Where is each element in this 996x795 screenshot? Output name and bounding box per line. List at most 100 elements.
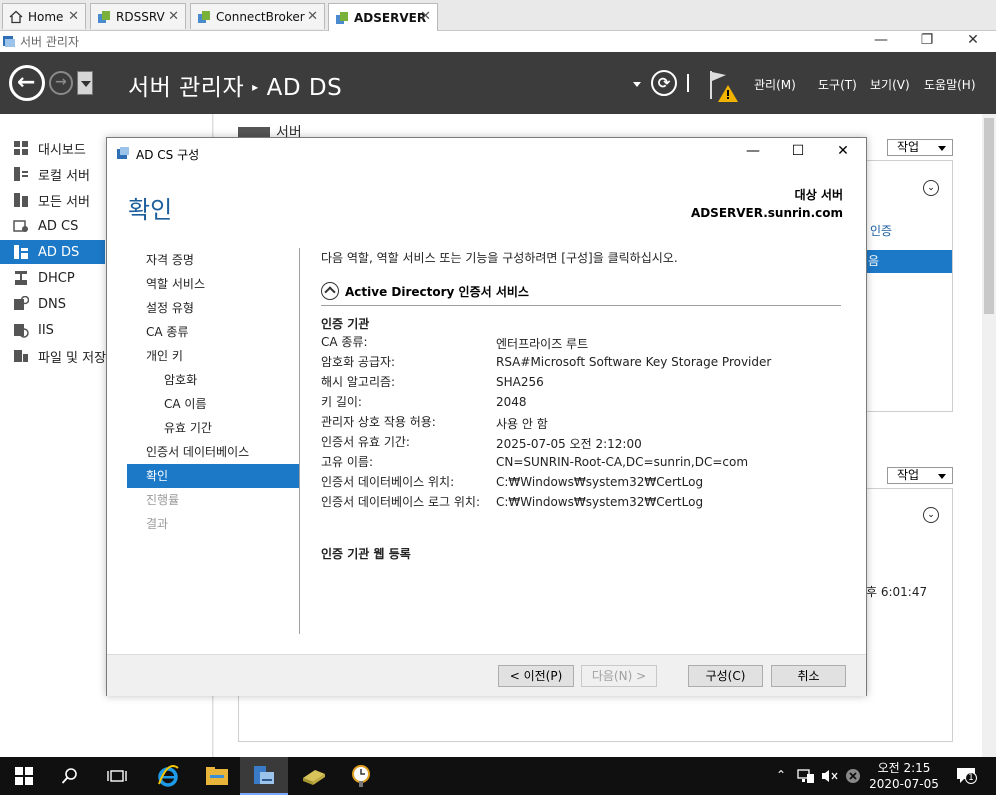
tab-rdssrv[interactable]: RDSSRV ✕ — [90, 3, 186, 29]
next-button[interactable]: 다음(N) > — [581, 665, 657, 687]
file-explorer-button[interactable] — [193, 757, 241, 795]
sidebar-item-label: 대시보드 — [38, 142, 86, 158]
dialog-minimize-button[interactable]: — — [743, 143, 763, 159]
tab-strip: Home ✕ RDSSRV ✕ ConnectBroker ✕ ADSERVER… — [0, 0, 996, 31]
show-hidden-icons-button[interactable]: ⌃ — [776, 768, 786, 782]
dialog-title-bar: AD CS 구성 — ☐ ✕ — [107, 138, 866, 168]
forward-button[interactable]: → — [49, 71, 73, 95]
sidebar-item-label: 모든 서버 — [38, 194, 90, 210]
sidebar-item-label: DNS — [38, 296, 66, 312]
step-certificate-database[interactable]: 인증서 데이터베이스 — [127, 440, 299, 464]
server-manager-icon — [3, 36, 15, 47]
start-button[interactable] — [0, 757, 48, 795]
tab-close-icon[interactable]: ✕ — [168, 9, 179, 24]
refresh-button[interactable]: ⟳ — [651, 70, 677, 96]
close-button[interactable]: ✕ — [950, 31, 996, 52]
vertical-scrollbar[interactable] — [982, 114, 996, 757]
restore-button[interactable]: ❐ — [904, 31, 950, 52]
previous-button[interactable]: < 이전(P) — [498, 665, 574, 687]
step-cryptography[interactable]: 암호화 — [127, 368, 299, 392]
expand-icon[interactable]: ⌄ — [923, 507, 939, 523]
ca-subheading: 인증 기관 — [321, 317, 370, 331]
step-role-services[interactable]: 역할 서비스 — [127, 272, 299, 296]
chevron-down-icon[interactable] — [633, 82, 641, 87]
steps-divider — [299, 248, 300, 634]
step-credentials[interactable]: 자격 증명 — [127, 248, 299, 272]
tab-close-icon[interactable]: ✕ — [307, 9, 318, 24]
internet-explorer-button[interactable] — [144, 757, 192, 795]
sidebar-item-ad-ds[interactable]: AD DS — [0, 240, 105, 264]
local-server-icon — [14, 167, 28, 181]
minimize-button[interactable]: — — [858, 31, 904, 52]
step-confirmation[interactable]: 확인 — [127, 464, 299, 488]
configure-button[interactable]: 구성(C) — [688, 665, 763, 687]
menu-help[interactable]: 도움말(H) — [924, 76, 976, 93]
property-key: 암호화 공급자: — [321, 355, 396, 369]
clock-time: 오전 2:15 — [877, 761, 931, 775]
page-title: 확인 — [128, 196, 173, 224]
step-ca-type[interactable]: CA 종류 — [127, 320, 299, 344]
system-clock[interactable]: 오전 2:15 2020-07-05 — [866, 760, 942, 792]
step-private-key[interactable]: 개인 키 — [127, 344, 299, 368]
server-manager-header: ← → 서버 관리자 ▸ AD DS ⟳ 관리(M) 도구(T) 보기(V) 도움말… — [0, 52, 996, 114]
menu-tools[interactable]: 도구(T) — [818, 76, 857, 93]
server-icon — [198, 10, 210, 23]
search-button[interactable] — [46, 757, 94, 795]
dialog-footer: < 이전(P) 다음(N) > 구성(C) 취소 — [107, 654, 866, 696]
servers-panel — [866, 160, 953, 412]
section-title: Active Directory 인증서 서비스 — [345, 285, 529, 299]
collapse-icon[interactable] — [321, 282, 339, 300]
scrollbar-thumb[interactable] — [984, 118, 994, 314]
tab-connectbroker[interactable]: ConnectBroker ✕ — [190, 3, 325, 29]
event-time: 후 6:01:47 — [866, 585, 928, 599]
tab-close-icon[interactable]: ✕ — [68, 9, 79, 24]
volume-muted-icon[interactable] — [821, 769, 839, 783]
forward-arrow-icon: → — [55, 74, 67, 90]
tasks-button[interactable]: 작업 — [887, 139, 953, 156]
clock-date: 2020-07-05 — [869, 777, 939, 791]
property-value: 2048 — [496, 395, 527, 409]
property-value: CN=SUNRIN-Root-CA,DC=sunrin,DC=com — [496, 455, 749, 469]
property-value: C:₩Windows₩system32₩CertLog — [496, 495, 704, 509]
step-progress: 진행률 — [146, 493, 180, 507]
error-status-icon[interactable] — [845, 768, 861, 784]
history-dropdown-button[interactable] — [77, 71, 93, 95]
action-center-button[interactable]: 1 — [956, 767, 977, 785]
task-scheduler-taskbar-button[interactable] — [338, 757, 386, 795]
property-value: 2025-07-05 오전 2:12:00 — [496, 437, 642, 451]
intro-text: 다음 역할, 역할 서비스 또는 기능을 구성하려면 [구성]을 클릭하십시오. — [321, 251, 678, 265]
network-icon[interactable] — [797, 768, 815, 784]
sidebar-item-label: IIS — [38, 322, 54, 338]
menu-view[interactable]: 보기(V) — [870, 76, 910, 93]
notification-flag-icon[interactable] — [708, 69, 742, 103]
tab-adserver[interactable]: ADSERVER ✕ — [328, 3, 438, 31]
table-row[interactable]: 음 — [866, 250, 952, 273]
tab-home[interactable]: Home ✕ — [2, 3, 86, 29]
section-header: Active Directory 인증서 서비스 — [321, 280, 841, 306]
ad-ds-icon — [14, 245, 28, 259]
task-view-button[interactable] — [93, 757, 141, 795]
breadcrumb-root[interactable]: 서버 관리자 — [128, 75, 244, 101]
ad-cs-config-dialog: AD CS 구성 — ☐ ✕ 확인 대상 서버 ADSERVER.sunrin.… — [106, 137, 867, 696]
server-icon — [336, 11, 348, 24]
tab-close-icon[interactable]: ✕ — [420, 9, 431, 24]
server-manager-taskbar-button[interactable] — [240, 757, 288, 795]
tasks-button[interactable]: 작업 — [887, 467, 953, 484]
menu-manage[interactable]: 관리(M) — [754, 76, 796, 93]
dialog-close-button[interactable]: ✕ — [833, 143, 853, 159]
taskbar: ⌃ 오전 2:15 2020-07-05 1 — [0, 757, 996, 795]
column-header[interactable]: 인증 — [870, 222, 892, 239]
dialog-maximize-button[interactable]: ☐ — [788, 143, 808, 159]
file-storage-icon — [14, 350, 28, 362]
step-ca-name[interactable]: CA 이름 — [127, 392, 299, 416]
step-setup-type[interactable]: 설정 유형 — [127, 296, 299, 320]
property-value: SHA256 — [496, 375, 544, 389]
cancel-button[interactable]: 취소 — [771, 665, 846, 687]
step-validity-period[interactable]: 유효 기간 — [127, 416, 299, 440]
tools-taskbar-button[interactable] — [290, 757, 338, 795]
server-manager-icon — [254, 766, 274, 784]
expand-icon[interactable]: ⌄ — [923, 180, 939, 196]
home-icon — [9, 10, 23, 23]
property-value: RSA#Microsoft Software Key Storage Provi… — [496, 355, 772, 369]
back-button[interactable]: ← — [9, 65, 45, 101]
